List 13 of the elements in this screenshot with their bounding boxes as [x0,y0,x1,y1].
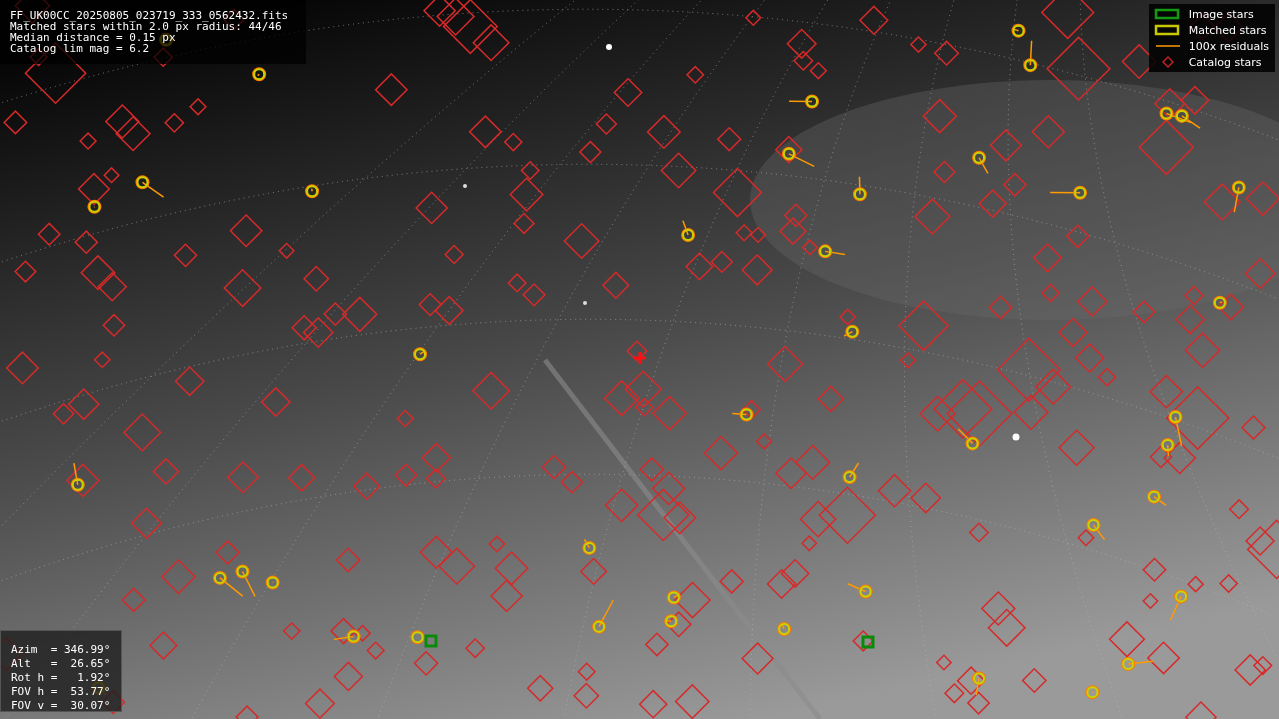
info-line: Median distance = 0.15 px [10,32,176,43]
pointing-line: FOV v = 30.07° [11,699,112,713]
pointing-line: Rot h = 1.92° [11,671,112,685]
pointing-line: Alt = 26.65° [11,657,112,671]
legend-label: 100x residuals [1188,39,1269,53]
legend-label: Image stars [1188,7,1254,21]
info-line: Matched stars within 2.0 px radius: 44/46 [10,21,282,32]
info-line: FF_UK00CC_20250805_023719_333_0562432.fits [10,10,290,21]
pointing-line: FOV h = 53.77° [11,685,112,699]
info-line: Catalog lim mag = 6.2 [10,43,151,54]
pointing-line: Azim = 346.99° [11,643,112,657]
legend-label: Matched stars [1188,23,1267,37]
legend-label: Catalog stars [1188,55,1262,69]
